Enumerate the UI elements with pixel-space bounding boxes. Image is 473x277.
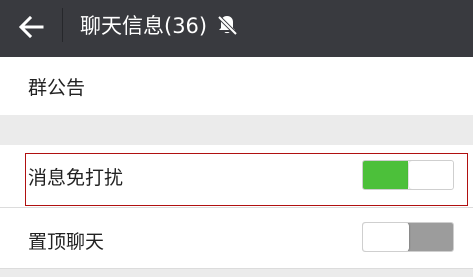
toggle-fill — [363, 161, 408, 189]
bell-off-icon — [217, 15, 238, 36]
arrow-left-icon — [18, 16, 44, 38]
title-divider — [62, 8, 63, 42]
group-notice-row[interactable]: 群公告 — [0, 57, 473, 115]
pin-chat-label: 置顶聊天 — [28, 231, 105, 253]
group-notice-label: 群公告 — [28, 77, 86, 99]
toggle-knob — [409, 161, 453, 189]
back-button[interactable] — [14, 10, 48, 44]
toggle-knob — [363, 223, 409, 251]
pin-chat-toggle[interactable] — [362, 222, 454, 252]
pin-chat-row: 置顶聊天 — [0, 208, 473, 268]
page-title: 聊天信息(36) — [80, 14, 208, 38]
do-not-disturb-row: 消息免打扰 — [0, 145, 473, 207]
toggle-fill — [408, 223, 453, 251]
row-divider — [0, 268, 473, 269]
do-not-disturb-label: 消息免打扰 — [28, 167, 124, 189]
title-bar: 聊天信息(36) — [0, 0, 473, 57]
do-not-disturb-toggle[interactable] — [362, 160, 454, 190]
